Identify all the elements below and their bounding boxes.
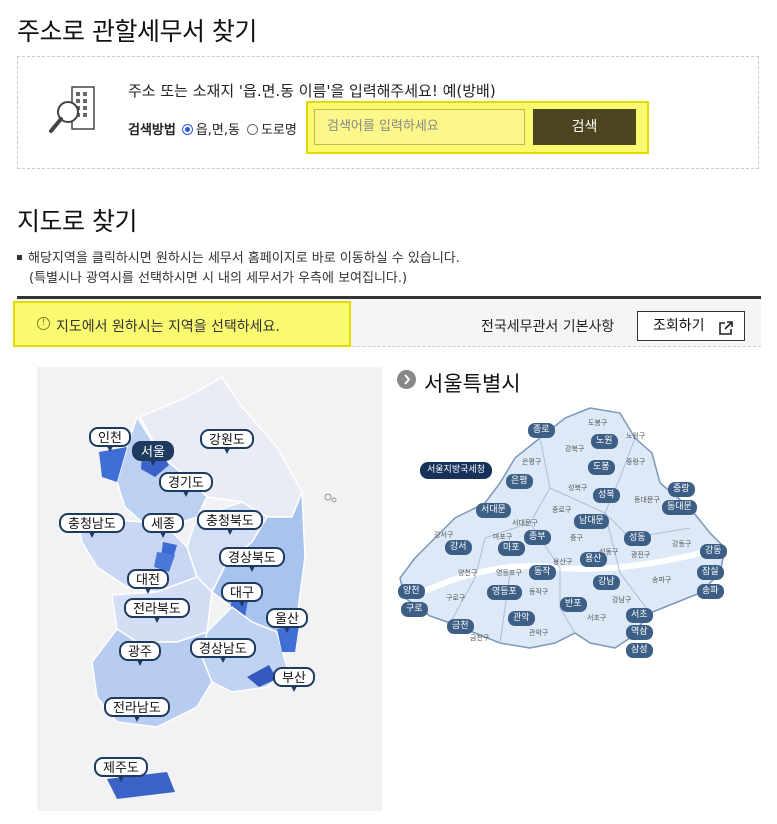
info-icon: ! <box>37 317 50 330</box>
office-samseong[interactable]: 삼성 <box>626 643 653 658</box>
region-incheon[interactable]: 인천 <box>89 427 131 452</box>
office-seongdong[interactable]: 성동 <box>624 531 651 546</box>
district-dobong: 도봉구 <box>588 419 608 427</box>
seoul-title: 서울특별시 <box>397 368 521 398</box>
office-jungnang[interactable]: 중랑 <box>668 482 695 497</box>
office-yeongdeungpo[interactable]: 영등포 <box>487 585 522 600</box>
region-gyeongnam[interactable]: 경상남도 <box>190 638 256 663</box>
office-yeoksam[interactable]: 역삼 <box>626 625 653 640</box>
region-daejeon[interactable]: 대전 <box>127 569 169 594</box>
office-banpo[interactable]: 반포 <box>560 597 587 612</box>
search-input[interactable]: 검색어를 입력하세요 <box>314 109 525 145</box>
office-songpa[interactable]: 송파 <box>697 584 724 599</box>
office-seodaemun[interactable]: 서대문 <box>476 503 511 518</box>
region-chungbuk[interactable]: 충청북도 <box>197 510 263 535</box>
district-mapo: 마포구 <box>493 533 513 541</box>
office-yangcheon[interactable]: 양천 <box>398 584 425 599</box>
district-gwanak: 관악구 <box>529 629 549 637</box>
region-daegu[interactable]: 대구 <box>221 582 263 607</box>
district-gangseo: 강서구 <box>434 531 454 539</box>
office-eunpyeong[interactable]: 은평 <box>506 474 533 489</box>
region-gyeongbuk[interactable]: 경상북도 <box>219 547 285 572</box>
district-seongbuk: 성북구 <box>568 484 588 492</box>
radio-eupmyeondong-label[interactable]: 읍,면,동 <box>196 119 240 138</box>
region-seoul[interactable]: 서울 <box>132 441 174 466</box>
notice-line-2: (특별시나 광역시를 선택하시면 시 내의 세무서가 우측에 보여집니다.) <box>29 271 408 286</box>
district-yeongdeungpo: 영등포구 <box>496 569 522 577</box>
office-gangseo[interactable]: 강서 <box>445 540 472 555</box>
office-dongdaemun[interactable]: 동대문 <box>662 500 697 515</box>
region-jeonbuk[interactable]: 전라북도 <box>124 598 190 623</box>
hint-text: 지도에서 원하시는 지역을 선택하세요. <box>56 319 280 335</box>
bullet-icon <box>17 255 22 260</box>
region-gyeonggi[interactable]: 경기도 <box>159 472 213 497</box>
district-jung: 중구 <box>570 534 583 542</box>
district-guro: 구로구 <box>446 594 466 602</box>
radio-road-name-label[interactable]: 도로명 <box>261 119 297 138</box>
office-seongbuk[interactable]: 성북 <box>593 488 620 503</box>
district-jongno: 종로구 <box>552 506 572 514</box>
district-yongsan: 용산구 <box>553 558 573 566</box>
notice-line-1: 해당지역을 클릭하시면 원하시는 세무서 홈페이지로 바로 이동하실 수 있습니… <box>17 247 460 266</box>
office-gwanak[interactable]: 관악 <box>508 611 535 626</box>
region-ulsan[interactable]: 울산 <box>266 608 308 633</box>
region-gangwon[interactable]: 강원도 <box>200 429 254 454</box>
district-gangbuk: 강북구 <box>565 445 585 453</box>
district-dongdaemun: 동대문구 <box>634 496 660 504</box>
region-jeju[interactable]: 제주도 <box>94 757 148 782</box>
district-eunpyeong: 은평구 <box>522 458 542 466</box>
office-dobong[interactable]: 도봉 <box>588 460 615 475</box>
district-nowon: 노원구 <box>626 432 646 440</box>
office-mapo[interactable]: 마포 <box>498 541 525 556</box>
map-section-title: 지도로 찾기 <box>17 207 137 236</box>
district-gwangjin: 광진구 <box>631 551 651 559</box>
info-label: 전국세무관서 기본사항 <box>481 319 615 335</box>
region-busan[interactable]: 부산 <box>273 667 315 692</box>
district-jungnang: 중랑구 <box>626 458 646 466</box>
radio-eupmyeondong[interactable] <box>181 124 193 135</box>
office-jongbu[interactable]: 종부 <box>524 530 551 545</box>
region-chungnam[interactable]: 충청남도 <box>59 513 125 538</box>
office-nowon[interactable]: 노원 <box>591 434 618 449</box>
district-gangdong: 강동구 <box>672 540 692 548</box>
office-gangdong[interactable]: 강동 <box>700 544 727 559</box>
district-seodaemun: 서대문구 <box>512 519 538 527</box>
notice-text-1: 해당지역을 클릭하시면 원하시는 세무서 홈페이지로 바로 이동하실 수 있습니… <box>28 251 460 266</box>
office-gangnam[interactable]: 강남 <box>593 575 620 590</box>
chevron-right-icon <box>397 370 416 389</box>
seoul-map: 종로 노원 도봉 은평 성북 중랑 서대문 동대문 종부 남대문 마포 강서 성… <box>390 398 745 666</box>
office-jongno[interactable]: 종로 <box>528 423 555 438</box>
search-method: 검색방법 읍,면,동 도로명 <box>128 119 297 138</box>
search-prompt: 주소 또는 소재지 '읍.면.동 이름'을 입력해주세요! 예(방배) <box>128 82 496 100</box>
district-seocho: 서초구 <box>587 614 607 622</box>
office-seocho[interactable]: 서초 <box>626 608 653 623</box>
lookup-button-label: 조회하기 <box>653 318 705 334</box>
radio-road-name[interactable] <box>247 124 258 135</box>
page-title: 주소로 관할세무서 찾기 <box>17 17 257 46</box>
region-gwangju[interactable]: 광주 <box>119 641 161 666</box>
district-yangcheon: 양천구 <box>458 569 478 577</box>
seoul-title-text: 서울특별시 <box>424 372 521 396</box>
office-dongjak[interactable]: 동작 <box>529 565 556 580</box>
district-dongjak: 동작구 <box>529 588 549 596</box>
district-gangnam: 강남구 <box>612 596 632 604</box>
office-jamsil[interactable]: 잠실 <box>697 565 724 580</box>
seoul-regional-office[interactable]: 서울지방국세청 <box>420 462 492 479</box>
district-seongdong: 성동구 <box>599 548 619 556</box>
search-button[interactable]: 검색 <box>533 109 636 145</box>
korea-map-panel: 인천 서울 강원도 경기도 충청남도 세종 충청북도 경상북도 대전 대구 전라… <box>37 367 382 811</box>
search-method-label: 검색방법 <box>128 123 176 138</box>
lookup-button[interactable]: 조회하기 <box>637 311 745 341</box>
office-geumcheon[interactable]: 금천 <box>447 619 474 634</box>
search-building-icon <box>48 84 104 140</box>
region-sejong[interactable]: 세종 <box>142 513 184 538</box>
office-namdaemun[interactable]: 남대문 <box>574 514 609 529</box>
office-guro[interactable]: 구로 <box>401 602 428 617</box>
district-geumcheon: 금천구 <box>470 634 490 642</box>
region-jeonnam[interactable]: 전라남도 <box>104 697 170 722</box>
district-songpa: 송파구 <box>652 576 672 584</box>
external-link-icon <box>718 318 734 346</box>
